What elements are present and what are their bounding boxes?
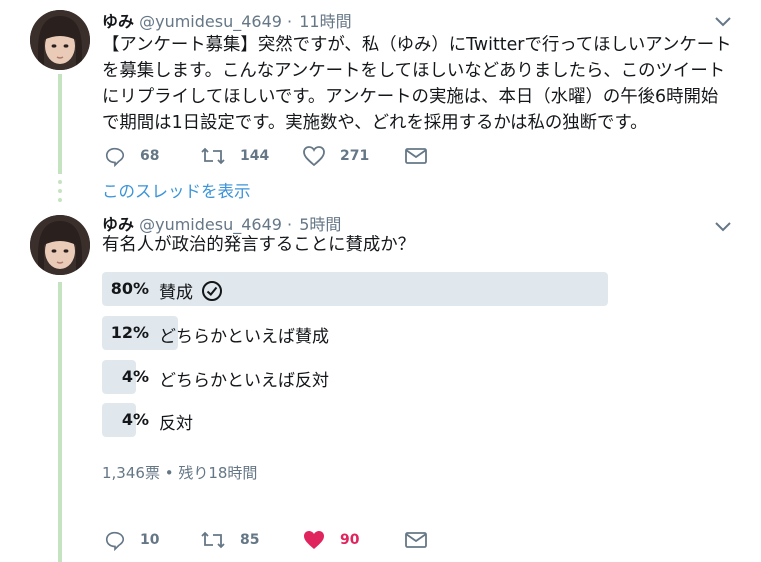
tweet-text: 【アンケート募集】突然ですが、私（ゆみ）にTwitterで行ってほしいアンケート… (102, 32, 742, 136)
tweet-header: ゆみ @yumidesu_4649 · 11時間 (102, 8, 352, 32)
poll-option: 4% 反対 (102, 403, 702, 437)
check-circle-icon (202, 280, 222, 301)
poll-label: 反対 (159, 414, 193, 434)
like-button[interactable]: 90 (302, 528, 359, 552)
timestamp[interactable]: 11時間 (299, 12, 351, 31)
poll-label: どちらかといえば賛成 (159, 327, 329, 347)
poll-percent: 4% (121, 410, 149, 429)
poll-label: 賛成 (159, 283, 193, 303)
retweet-icon (201, 531, 225, 549)
poll-percent: 12% (110, 323, 149, 342)
tweet-text-line: にリプライしてほしいです。アンケートの実施は、本日（水曜）の午後6時開始 (102, 87, 719, 107)
heart-filled-icon (304, 531, 324, 549)
thread-line-top (58, 74, 62, 174)
poll-vote-count: 1,346票 • 残り18時間 (102, 464, 258, 482)
reply-button[interactable]: 10 (104, 528, 159, 552)
dm-button[interactable] (404, 144, 428, 168)
tweet-actions: 10 85 90 (104, 528, 504, 552)
retweet-count: 85 (240, 532, 260, 548)
tweet-actions: 68 144 271 (104, 144, 504, 168)
thread-line-bottom (58, 282, 62, 562)
retweet-button[interactable]: 144 (200, 144, 269, 168)
poll-label: どちらかといえば反対 (159, 371, 329, 391)
tweet-text-line: を募集します。こんなアンケートをしてほしいなどありましたら、このツイート (102, 61, 726, 81)
envelope-icon (405, 148, 427, 164)
poll-question: 有名人が政治的発言することに賛成か？ (102, 235, 416, 255)
reply-icon (105, 531, 125, 551)
like-count: 271 (340, 148, 370, 164)
more-options-chevron-icon[interactable] (713, 219, 733, 233)
retweet-count: 144 (240, 148, 270, 164)
display-name[interactable]: ゆみ (102, 12, 134, 31)
poll-option: 80% 賛成 (102, 272, 702, 306)
more-options-chevron-icon[interactable] (713, 14, 733, 28)
tweet-text-line: 【アンケート募集】突然ですが、私（ゆみ）にTwitterで行ってほしいアンケート (102, 35, 732, 55)
reply-button[interactable]: 68 (104, 144, 159, 168)
heart-outline-icon (303, 146, 325, 167)
poll-option: 4% どちらかといえば反対 (102, 360, 702, 394)
reply-count: 10 (140, 532, 160, 548)
like-button[interactable]: 271 (302, 144, 369, 168)
tweet-text-line: で期間は1日設定です。実施数や、どれを採用するかは私の独断です。 (102, 113, 648, 133)
retweet-button[interactable]: 85 (200, 528, 259, 552)
retweet-icon (201, 147, 225, 165)
user-handle[interactable]: @yumidesu_4649 (139, 12, 282, 31)
show-thread-link[interactable]: このスレッドを表示 (102, 178, 251, 202)
poll-option: 12% どちらかといえば賛成 (102, 316, 702, 350)
poll-percent: 80% (110, 279, 149, 298)
reply-icon (105, 147, 125, 167)
thread-ellipsis (58, 180, 62, 207)
separator-dot: · (287, 12, 293, 31)
avatar[interactable] (30, 10, 90, 70)
avatar[interactable] (30, 215, 90, 275)
dm-button[interactable] (404, 528, 428, 552)
envelope-icon (405, 532, 427, 548)
like-count: 90 (340, 532, 360, 548)
reply-count: 68 (140, 148, 160, 164)
poll-percent: 4% (121, 367, 149, 386)
